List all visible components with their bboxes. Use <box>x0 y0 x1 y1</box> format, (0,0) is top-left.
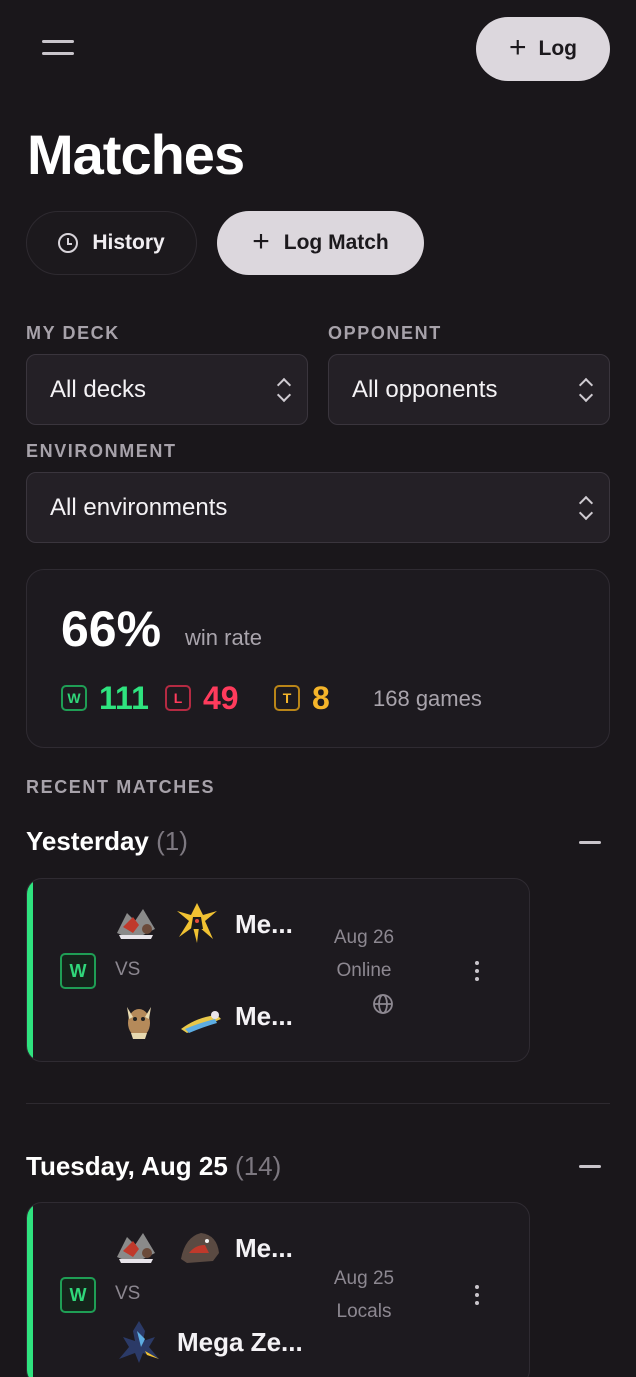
match-environment: Locals <box>336 1301 392 1322</box>
pokemon-sprite-icon <box>119 1321 159 1363</box>
pokemon-sprite-icon <box>127 1007 151 1039</box>
environment-value: All environments <box>50 493 228 521</box>
log-match-button[interactable]: + Log Match <box>217 211 424 275</box>
group-count: (14) <box>235 1151 282 1181</box>
wins-value: 111 <box>99 680 149 716</box>
result-accent-bar <box>27 879 33 1061</box>
my-deck-select[interactable]: All decks <box>26 354 308 425</box>
pokemon-sprite-icon <box>117 1233 155 1263</box>
plus-icon: + <box>508 30 527 64</box>
pokemon-sprite-icon <box>181 1233 219 1263</box>
my-deck-label: MY DECK <box>26 323 120 343</box>
recent-matches-label: RECENT MATCHES <box>26 777 216 797</box>
group-title-text: Yesterday <box>26 826 149 856</box>
pokemon-sprite-icon <box>117 909 155 939</box>
ties-value: 8 <box>312 680 330 716</box>
ties-badge: T <box>274 685 300 711</box>
wins-badge: W <box>61 685 87 711</box>
match-card[interactable]: W Me... VS Mega Ze... Aug 25 Locals <box>26 1202 530 1377</box>
page-title: Matches <box>27 123 245 186</box>
result-badge: W <box>60 1277 96 1313</box>
losses-value: 49 <box>203 680 239 716</box>
opponent-select[interactable]: All opponents <box>328 354 610 425</box>
vs-label: VS <box>115 1283 141 1304</box>
clock-icon <box>58 233 79 253</box>
collapse-icon[interactable] <box>579 1165 601 1168</box>
my-deck-name: Me... <box>235 909 293 939</box>
chevron-updown-icon <box>277 377 291 403</box>
my-deck-value: All decks <box>50 375 147 403</box>
history-button[interactable]: History <box>26 211 197 275</box>
log-button-label: Log <box>538 37 577 60</box>
opponent-value: All opponents <box>352 375 498 403</box>
pokemon-sprite-icon <box>177 903 217 943</box>
environment-label: ENVIRONMENT <box>26 441 177 461</box>
losses-badge: L <box>165 685 191 711</box>
pokemon-sprite-icon <box>181 1011 221 1033</box>
opponent-label: OPPONENT <box>328 323 442 343</box>
win-rate-value: 66% <box>61 601 162 657</box>
divider <box>26 1103 610 1104</box>
environment-select[interactable]: All environments <box>26 472 610 543</box>
menu-icon[interactable] <box>40 36 76 62</box>
group-count: (1) <box>156 826 188 856</box>
opponent-deck-name: Me... <box>235 1001 293 1031</box>
result-accent-bar <box>27 1203 33 1377</box>
match-environment: Online <box>336 960 392 981</box>
history-label: History <box>92 231 165 254</box>
match-card[interactable]: W Me... VS Me... Aug 26 Online <box>26 878 530 1062</box>
log-button[interactable]: + Log <box>476 17 610 81</box>
group-title-text: Tuesday, Aug 25 <box>26 1151 228 1181</box>
chevron-updown-icon <box>579 377 593 403</box>
my-deck-name: Me... <box>235 1233 293 1263</box>
match-date: Aug 26 <box>333 927 395 948</box>
globe-icon <box>373 994 393 1014</box>
group-title-yesterday: Yesterday (1) <box>26 826 188 857</box>
result-badge: W <box>60 953 96 989</box>
games-count: 168 games <box>373 686 482 711</box>
log-match-label: Log Match <box>283 231 389 254</box>
vs-label: VS <box>115 959 141 980</box>
stats-card: 66% win rate W 111 L 49 T 8 168 games <box>26 569 610 748</box>
more-options-icon[interactable] <box>475 1285 479 1305</box>
group-title-tuesday: Tuesday, Aug 25 (14) <box>26 1151 281 1182</box>
chevron-updown-icon <box>579 495 593 521</box>
collapse-icon[interactable] <box>579 841 601 844</box>
opponent-deck-name: Mega Ze... <box>177 1327 303 1357</box>
more-options-icon[interactable] <box>475 961 479 981</box>
plus-icon: + <box>252 224 270 258</box>
win-rate-label: win rate <box>185 625 263 650</box>
match-date: Aug 25 <box>333 1268 395 1289</box>
